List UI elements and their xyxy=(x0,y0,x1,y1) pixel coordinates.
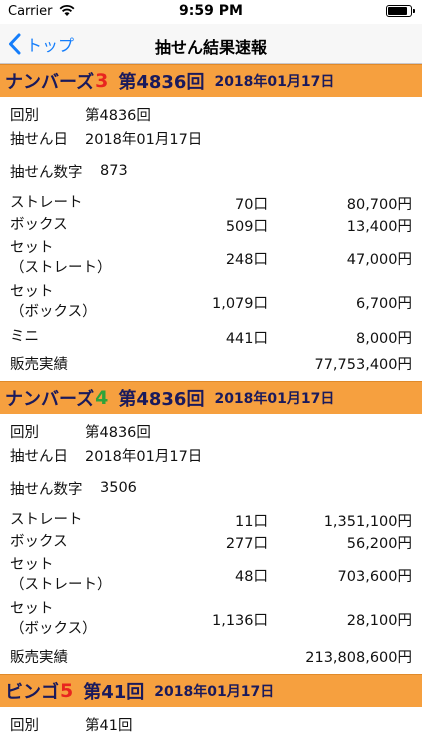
prize-amount: 28,100円 xyxy=(346,612,412,629)
battery-icon xyxy=(386,5,415,17)
round-label: 回別 xyxy=(10,424,39,441)
prize-amount: 703,600円 xyxy=(337,568,412,585)
number-label: 抽せん数字 xyxy=(10,164,83,181)
date-row: 抽せん日 2018年01月17日 xyxy=(10,443,412,467)
section-header-numbers4: ナンバーズ 4 第4836回 2018年01月17日 xyxy=(0,381,422,414)
prize-name: セット （ボックス） xyxy=(10,284,97,320)
prize-name: ストレート xyxy=(10,195,83,211)
round-row: 回別 第4836回 xyxy=(10,102,412,126)
sales-label: 販売実績 xyxy=(10,649,68,666)
prize-name: ミニ xyxy=(10,329,39,345)
section-header-bingo5: ビンゴ 5 第41回 2018年01月17日 xyxy=(0,674,422,707)
prize-count: 277口 xyxy=(225,535,268,552)
number-value: 873 xyxy=(100,163,128,179)
prize-row: ミニ 441口 8,000円 xyxy=(10,326,412,348)
page-title: 抽せん結果速報 xyxy=(154,38,267,57)
prize-row: ボックス 509口 13,400円 xyxy=(10,214,412,236)
prize-count: 1,079口 xyxy=(211,295,268,312)
sales-value: 77,753,400円 xyxy=(314,356,412,373)
draw-date: 2018年01月17日 xyxy=(214,74,335,90)
section-header-numbers3: ナンバーズ 3 第4836回 2018年01月17日 xyxy=(0,64,422,97)
game-name: ナンバーズ xyxy=(5,72,95,93)
game-name: ナンバーズ xyxy=(5,389,95,410)
draw-number: 第41回 xyxy=(83,682,145,703)
prize-name: ストレート xyxy=(10,512,83,528)
section-body-numbers4: 回別 第4836回 抽せん日 2018年01月17日 抽せん数字 3506 スト… xyxy=(0,419,422,671)
round-value: 第4836回 xyxy=(85,424,151,441)
round-row: 回別 第41回 xyxy=(10,712,412,736)
prize-count: 248口 xyxy=(225,251,268,268)
prize-row: ボックス 277口 56,200円 xyxy=(10,531,412,553)
prize-name: セット （ストレート） xyxy=(10,557,112,593)
game-name: ビンゴ xyxy=(5,682,59,703)
prize-row: セット （ボックス） 1,079口 6,700円 xyxy=(10,280,412,324)
results-list[interactable]: ナンバーズ 3 第4836回 2018年01月17日 回別 第4836回 抽せん日… xyxy=(0,64,422,750)
prize-amount: 13,400円 xyxy=(346,218,412,235)
draw-date: 2018年01月17日 xyxy=(154,684,275,700)
prize-amount: 56,200円 xyxy=(346,535,412,552)
prize-row: セット （ストレート） 248口 47,000円 xyxy=(10,236,412,280)
prize-count: 1,136口 xyxy=(211,612,268,629)
round-value: 第41回 xyxy=(85,717,133,734)
status-bar: Carrier 9:59 PM xyxy=(0,0,422,24)
date-row: 抽せん日 2018年01月17日 xyxy=(10,126,412,150)
draw-number: 第4836回 xyxy=(118,72,205,93)
game-digit: 4 xyxy=(95,387,109,409)
prize-amount: 80,700円 xyxy=(346,196,412,213)
section-body-bingo5: 回別 第41回 xyxy=(0,712,422,736)
prize-row: セット （ボックス） 1,136口 28,100円 xyxy=(10,597,412,641)
number-row: 抽せん数字 3506 xyxy=(10,476,412,500)
number-label: 抽せん数字 xyxy=(10,481,83,498)
game-digit: 5 xyxy=(60,680,74,702)
prize-amount: 1,351,100円 xyxy=(323,513,412,530)
sales-row: 販売実績 77,753,400円 xyxy=(10,348,412,378)
round-label: 回別 xyxy=(10,717,39,734)
number-value: 3506 xyxy=(100,480,137,496)
prize-row: ストレート 70口 80,700円 xyxy=(10,192,412,214)
prize-count: 11口 xyxy=(235,513,268,530)
prize-amount: 47,000円 xyxy=(346,251,412,268)
date-value: 2018年01月17日 xyxy=(85,448,203,465)
prize-amount: 6,700円 xyxy=(355,295,412,312)
prize-row: セット （ストレート） 48口 703,600円 xyxy=(10,553,412,597)
prize-count: 48口 xyxy=(235,568,268,585)
prize-count: 441口 xyxy=(225,330,268,347)
round-row: 回別 第4836回 xyxy=(10,419,412,443)
date-label: 抽せん日 xyxy=(10,131,68,148)
prize-name: ボックス xyxy=(10,534,68,550)
sales-label: 販売実績 xyxy=(10,356,68,373)
sales-row: 販売実績 213,808,600円 xyxy=(10,641,412,671)
draw-number: 第4836回 xyxy=(118,389,205,410)
number-row: 抽せん数字 873 xyxy=(10,159,412,183)
prize-name: セット （ストレート） xyxy=(10,240,112,276)
round-value: 第4836回 xyxy=(85,107,151,124)
prize-name: セット （ボックス） xyxy=(10,601,97,637)
date-label: 抽せん日 xyxy=(10,448,68,465)
game-digit: 3 xyxy=(95,70,109,92)
navigation-bar: トップ 抽せん結果速報 xyxy=(0,24,422,64)
round-label: 回別 xyxy=(10,107,39,124)
prize-row: ストレート 11口 1,351,100円 xyxy=(10,509,412,531)
clock: 9:59 PM xyxy=(179,3,243,19)
prize-count: 509口 xyxy=(225,218,268,235)
draw-date: 2018年01月17日 xyxy=(214,391,335,407)
section-body-numbers3: 回別 第4836回 抽せん日 2018年01月17日 抽せん数字 873 ストレ… xyxy=(0,102,422,378)
prize-name: ボックス xyxy=(10,217,68,233)
prize-count: 70口 xyxy=(235,196,268,213)
date-value: 2018年01月17日 xyxy=(85,131,203,148)
sales-value: 213,808,600円 xyxy=(305,649,412,666)
prize-amount: 8,000円 xyxy=(355,330,412,347)
